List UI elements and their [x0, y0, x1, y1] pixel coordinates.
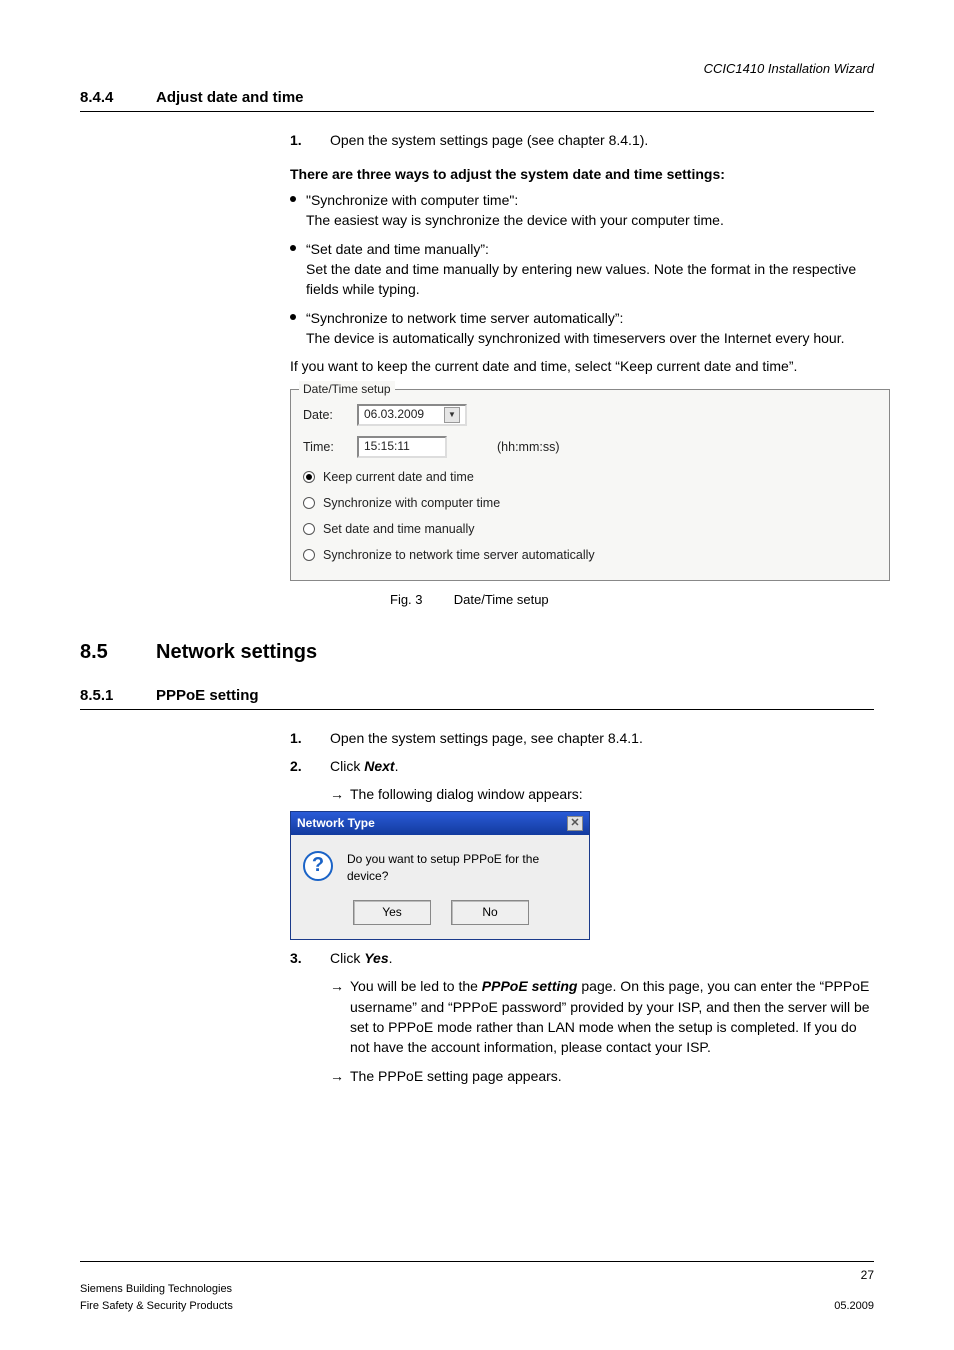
radio-label: Synchronize to network time server autom… [323, 546, 595, 564]
doc-header-title: CCIC1410 Installation Wizard [80, 60, 874, 79]
radio-label: Synchronize with computer time [323, 494, 500, 512]
footer-org-1: Siemens Building Technologies [80, 1281, 233, 1298]
groupbox-legend: Date/Time setup [299, 381, 395, 398]
close-icon[interactable]: ✕ [567, 816, 583, 831]
arrow-icon: → [330, 1066, 344, 1086]
keep-current-note: If you want to keep the current date and… [290, 356, 874, 376]
dialog-message: Do you want to setup PPPoE for the devic… [347, 851, 577, 886]
dialog-titlebar: Network Type ✕ [291, 812, 589, 835]
step-number: 1. [290, 728, 312, 748]
time-format-hint: (hh:mm:ss) [497, 438, 560, 456]
section-844-heading: 8.4.4 Adjust date and time [80, 87, 874, 112]
bullet-sync-computer: "Synchronize with computer time": The ea… [290, 190, 874, 231]
page-footer: Siemens Building Technologies Fire Safet… [80, 1261, 874, 1315]
radio-sync-network[interactable]: Synchronize to network time server autom… [303, 546, 877, 564]
figure-caption: Date/Time setup [454, 592, 549, 607]
section-851-title: PPPoE setting [156, 685, 259, 707]
footer-org-2: Fire Safety & Security Products [80, 1298, 233, 1315]
arrow-text: The PPPoE setting page appears. [350, 1066, 562, 1086]
bullet-title: "Synchronize with computer time": [306, 192, 518, 208]
step-text: Open the system settings page, see chapt… [330, 728, 643, 748]
question-icon: ? [303, 851, 333, 881]
radio-label: Set date and time manually [323, 520, 474, 538]
step-number: 2. [290, 756, 312, 776]
arrow-icon: → [330, 784, 344, 804]
radio-icon [303, 549, 315, 561]
step-number: 3. [290, 948, 312, 968]
section-844-number: 8.4.4 [80, 87, 128, 109]
dialog-title: Network Type [297, 815, 375, 832]
text-fragment: . [389, 950, 393, 966]
section-844-title: Adjust date and time [156, 87, 304, 109]
yes-button[interactable]: Yes [353, 900, 431, 925]
bullet-title: “Synchronize to network time server auto… [306, 310, 623, 326]
step-text: Open the system settings page (see chapt… [330, 130, 648, 150]
datetime-setup-groupbox: Date/Time setup Date: 06.03.2009 ▼ Time:… [290, 389, 890, 582]
step-number: 1. [290, 130, 312, 150]
bullet-sync-network: “Synchronize to network time server auto… [290, 308, 874, 349]
radio-icon [303, 497, 315, 509]
arrow-icon: → [330, 976, 344, 1057]
text-fragment: You will be led to the [350, 978, 482, 994]
step-text: Click Next. [330, 756, 398, 776]
chevron-down-icon[interactable]: ▼ [444, 407, 460, 423]
time-input[interactable]: 15:15:11 [357, 436, 447, 458]
pppoe-setting-keyword: PPPoE setting [482, 978, 578, 994]
network-type-dialog: Network Type ✕ ? Do you want to setup PP… [290, 811, 590, 941]
bullet-desc: The device is automatically synchronized… [306, 330, 844, 346]
step-text: Click Yes. [330, 948, 393, 968]
section-85-number: 8.5 [80, 638, 128, 667]
text-fragment: Click [330, 950, 364, 966]
time-label: Time: [303, 438, 347, 456]
arrow-text: You will be led to the PPPoE setting pag… [350, 976, 874, 1057]
text-fragment: Click [330, 758, 364, 774]
section-85-title: Network settings [156, 638, 317, 667]
bullet-title: “Set date and time manually”: [306, 241, 489, 257]
bullet-set-manual: “Set date and time manually”: Set the da… [290, 239, 874, 300]
text-fragment: . [395, 758, 399, 774]
radio-icon [303, 471, 315, 483]
radio-set-manual[interactable]: Set date and time manually [303, 520, 877, 538]
page-number: 27 [834, 1266, 874, 1284]
radio-sync-computer[interactable]: Synchronize with computer time [303, 494, 877, 512]
time-value: 15:15:11 [364, 438, 410, 455]
section-851-heading: 8.5.1 PPPoE setting [80, 685, 874, 710]
date-dropdown[interactable]: 06.03.2009 ▼ [357, 404, 467, 426]
date-label: Date: [303, 406, 347, 424]
figure-number: Fig. 3 [390, 592, 423, 607]
section-851-number: 8.5.1 [80, 685, 128, 707]
footer-date: 05.2009 [834, 1298, 874, 1315]
arrow-text: The following dialog window appears: [350, 784, 583, 804]
date-value: 06.03.2009 [364, 406, 424, 423]
radio-keep-current[interactable]: Keep current date and time [303, 468, 877, 486]
bullet-desc: The easiest way is synchronize the devic… [306, 212, 724, 228]
no-button[interactable]: No [451, 900, 529, 925]
radio-icon [303, 523, 315, 535]
yes-keyword: Yes [364, 950, 388, 966]
radio-label: Keep current date and time [323, 468, 474, 486]
next-keyword: Next [364, 758, 394, 774]
three-ways-heading: There are three ways to adjust the syste… [290, 164, 874, 184]
section-85-heading: 8.5 Network settings [80, 638, 874, 667]
bullet-desc: Set the date and time manually by enteri… [306, 261, 856, 297]
